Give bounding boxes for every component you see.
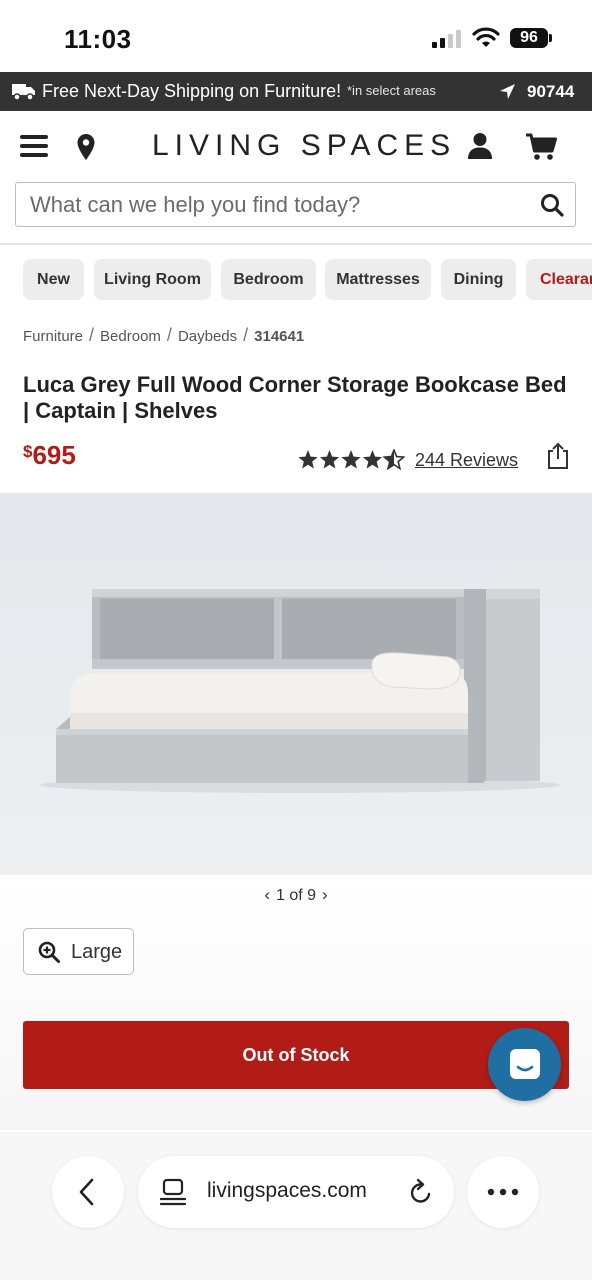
product-price: $695: [23, 440, 76, 471]
address-bar[interactable]: livingspaces.com: [138, 1156, 454, 1228]
promo-bar[interactable]: Free Next-Day Shipping on Furniture! *in…: [0, 72, 592, 111]
status-time: 11:03: [64, 24, 132, 54]
map-pin-icon[interactable]: [76, 133, 96, 161]
more-options-button[interactable]: [467, 1156, 539, 1228]
browser-back-button[interactable]: [52, 1156, 124, 1228]
promo-text: Free Next-Day Shipping on Furniture!: [42, 81, 342, 101]
header-divider: [0, 243, 592, 245]
out-of-stock-button[interactable]: Out of Stock: [23, 1021, 569, 1089]
half-star-icon: [383, 449, 405, 470]
url-text[interactable]: livingspaces.com: [207, 1179, 367, 1203]
image-pager: ‹ 1 of 9 ›: [0, 885, 592, 905]
promo-note: *in select areas: [347, 83, 436, 98]
wifi-icon: [472, 27, 500, 47]
next-image-arrow[interactable]: ›: [322, 885, 328, 904]
prev-image-arrow[interactable]: ‹: [264, 885, 270, 904]
star-icon: [298, 450, 318, 469]
breadcrumb-separator: /: [89, 325, 95, 345]
status-bar: 11:03 96: [0, 0, 592, 72]
cellular-signal-icon: [432, 30, 461, 48]
cart-icon[interactable]: [525, 133, 557, 161]
hamburger-menu-icon[interactable]: [20, 135, 48, 157]
breadcrumb: Furniture / Bedroom / Daybeds / 314641: [23, 325, 304, 346]
reload-icon[interactable]: [408, 1178, 434, 1206]
product-image[interactable]: [0, 493, 592, 875]
tabs-icon[interactable]: [160, 1178, 186, 1206]
zip-code[interactable]: 90744: [527, 82, 574, 102]
breadcrumb-daybeds[interactable]: Daybeds: [178, 328, 237, 345]
breadcrumb-sku: 314641: [254, 328, 305, 345]
battery-icon: [549, 34, 552, 42]
category-bedroom[interactable]: Bedroom: [221, 259, 316, 300]
breadcrumb-separator: /: [166, 325, 172, 345]
location-arrow-icon: [500, 84, 515, 99]
breadcrumb-furniture[interactable]: Furniture: [23, 328, 83, 345]
reviews-link[interactable]: 244 Reviews: [415, 450, 518, 471]
truck-icon: [12, 84, 35, 101]
category-living-room[interactable]: Living Room: [94, 259, 211, 300]
category-dining[interactable]: Dining: [441, 259, 516, 300]
price-amount: 695: [32, 440, 76, 470]
search-box: [15, 182, 576, 227]
more-dots-icon: [487, 1188, 519, 1196]
daybed-illustration: [40, 589, 560, 793]
category-new[interactable]: New: [23, 259, 84, 300]
large-view-label: Large: [71, 941, 123, 963]
chat-icon: [510, 1049, 540, 1079]
breadcrumb-bedroom[interactable]: Bedroom: [100, 328, 161, 345]
search-icon[interactable]: [540, 193, 564, 217]
star-icon: [362, 450, 383, 469]
site-header: LIVING SPACES: [0, 111, 592, 183]
account-icon[interactable]: [467, 132, 493, 160]
chat-button[interactable]: [488, 1028, 561, 1101]
zoom-in-icon: [38, 941, 60, 963]
battery-level: 96: [510, 28, 548, 48]
rating-stars[interactable]: [297, 449, 405, 471]
star-icon: [341, 450, 361, 469]
chevron-left-icon: [79, 1178, 94, 1206]
category-clearance[interactable]: Clearance: [526, 259, 592, 300]
star-icon: [319, 450, 340, 469]
search-input[interactable]: [30, 183, 520, 226]
share-icon[interactable]: [546, 442, 570, 470]
category-nav: New Living Room Bedroom Mattresses Dinin…: [0, 259, 592, 301]
category-mattresses[interactable]: Mattresses: [325, 259, 431, 300]
large-view-button[interactable]: Large: [23, 928, 134, 975]
product-title: Luca Grey Full Wood Corner Storage Bookc…: [23, 372, 567, 423]
breadcrumb-separator: /: [243, 325, 249, 345]
site-logo[interactable]: LIVING SPACES: [152, 129, 456, 163]
image-position: 1 of 9: [275, 887, 317, 904]
